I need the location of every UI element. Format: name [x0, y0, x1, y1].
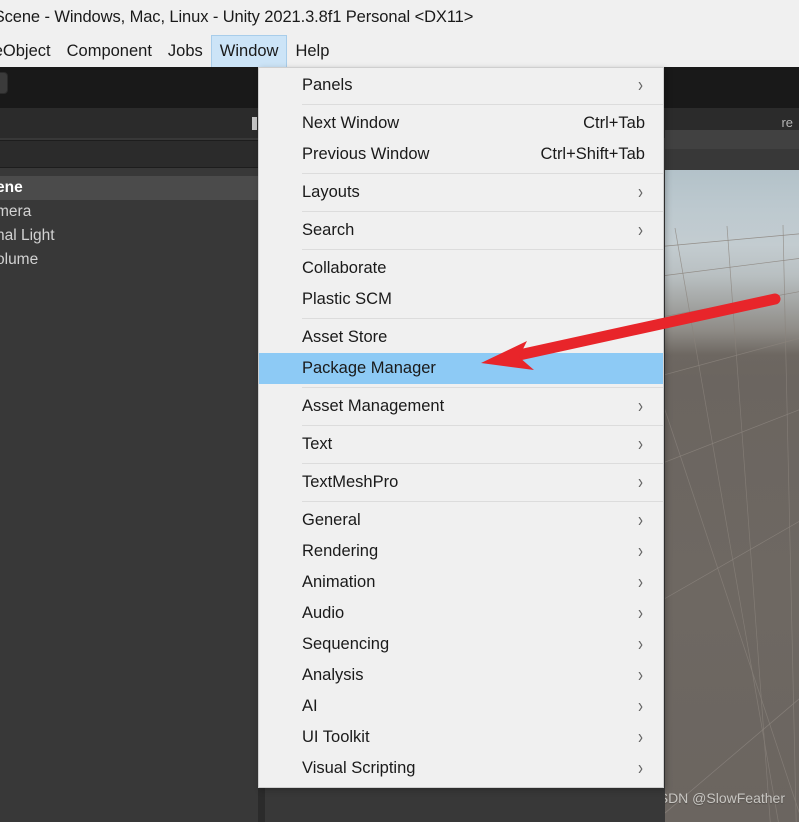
- chevron-right-icon: ›: [638, 540, 643, 563]
- chevron-right-icon: ›: [638, 395, 643, 418]
- menu-item-label: Next Window: [302, 114, 400, 132]
- menu-item-panels[interactable]: Panels ›: [259, 70, 663, 101]
- menu-separator: [302, 387, 663, 388]
- menu-item-asset-management[interactable]: Asset Management ›: [259, 391, 663, 422]
- menu-item-asset-store[interactable]: Asset Store: [259, 322, 663, 353]
- menu-item-animation[interactable]: Animation ›: [259, 567, 663, 598]
- hierarchy-item-label: nal Light: [0, 227, 55, 244]
- chevron-right-icon: ›: [638, 633, 643, 656]
- menu-item-label: Search: [302, 221, 355, 239]
- menu-item-rendering[interactable]: Rendering ›: [259, 536, 663, 567]
- watermark-text: CSDN @SlowFeather: [665, 790, 785, 806]
- menu-separator: [302, 249, 663, 250]
- menu-item-label: Previous Window: [302, 145, 430, 163]
- hierarchy-item[interactable]: ene: [0, 176, 258, 200]
- menu-separator: [302, 173, 663, 174]
- menubar-item-jobs[interactable]: Jobs: [160, 35, 211, 67]
- chevron-right-icon: ›: [638, 726, 643, 749]
- menu-item-layouts[interactable]: Layouts ›: [259, 177, 663, 208]
- menu-item-previous-window[interactable]: Previous Window Ctrl+Shift+Tab: [259, 139, 663, 170]
- scene-grid: [665, 224, 799, 822]
- menu-item-label: TextMeshPro: [302, 473, 399, 491]
- hierarchy-item[interactable]: mera: [0, 200, 258, 224]
- menu-item-text[interactable]: Text ›: [259, 429, 663, 460]
- hierarchy-panel: ene mera nal Light olume: [0, 138, 258, 822]
- title-bar: oleScene - Windows, Mac, Linux - Unity 2…: [0, 0, 799, 35]
- menu-item-general[interactable]: General ›: [259, 505, 663, 536]
- menu-item-analysis[interactable]: Analysis ›: [259, 660, 663, 691]
- menu-item-ui-toolkit[interactable]: UI Toolkit ›: [259, 722, 663, 753]
- scene-toolbar: [665, 67, 799, 108]
- menu-separator: [302, 104, 663, 105]
- menubar-item-window[interactable]: Window: [210, 35, 288, 67]
- menu-item-label: Asset Store: [302, 328, 388, 346]
- menu-bar: meObjectComponentJobsWindowHelp: [0, 35, 799, 67]
- menu-item-shortcut: Ctrl+Tab: [583, 114, 645, 132]
- scene-canvas[interactable]: [665, 170, 799, 822]
- menu-item-label: Panels: [302, 76, 353, 94]
- menu-separator: [302, 425, 663, 426]
- menu-item-label: Collaborate: [302, 259, 387, 277]
- chevron-right-icon: ›: [638, 757, 643, 780]
- menu-separator: [302, 501, 663, 502]
- menu-item-label: Visual Scripting: [302, 759, 416, 777]
- tab-scroll-handle[interactable]: [252, 117, 257, 130]
- menu-item-audio[interactable]: Audio ›: [259, 598, 663, 629]
- hierarchy-item-label: ene: [0, 179, 23, 196]
- menu-item-label: Text: [302, 435, 333, 453]
- menu-item-label: General: [302, 511, 361, 529]
- menu-item-label: Layouts: [302, 183, 360, 201]
- chevron-right-icon: ›: [638, 509, 643, 532]
- menu-item-search[interactable]: Search ›: [259, 215, 663, 246]
- menubar-item-meobject[interactable]: meObject: [0, 35, 59, 67]
- menu-item-package-manager[interactable]: Package Manager: [259, 353, 663, 384]
- menu-item-next-window[interactable]: Next Window Ctrl+Tab: [259, 108, 663, 139]
- menu-item-label: Analysis: [302, 666, 364, 684]
- menubar-item-help[interactable]: Help: [287, 35, 337, 67]
- menu-item-visual-scripting[interactable]: Visual Scripting ›: [259, 753, 663, 784]
- window-menu-dropdown: Panels › Next Window Ctrl+Tab Previous Windo…: [258, 67, 664, 788]
- scene-tab-label[interactable]: re: [781, 115, 793, 130]
- menubar-item-component[interactable]: Component: [59, 35, 160, 67]
- menu-item-label: Rendering: [302, 542, 379, 560]
- scene-tab-strip: re: [665, 108, 799, 130]
- chevron-right-icon: ›: [638, 471, 643, 494]
- chevron-right-icon: ›: [638, 664, 643, 687]
- menu-item-label: Audio: [302, 604, 345, 622]
- menu-item-label: Package Manager: [302, 359, 436, 377]
- unity-editor-window: oleScene - Windows, Mac, Linux - Unity 2…: [0, 0, 799, 822]
- menu-item-label: Animation: [302, 573, 376, 591]
- chevron-right-icon: ›: [638, 74, 643, 97]
- scene-view-panel: re DN @SlowFeather: [665, 67, 799, 822]
- menu-item-shortcut: Ctrl+Shift+Tab: [540, 145, 645, 163]
- chevron-right-icon: ›: [638, 181, 643, 204]
- hierarchy-search-row[interactable]: [0, 140, 258, 168]
- menu-item-label: AI: [302, 697, 318, 715]
- hierarchy-item[interactable]: olume: [0, 248, 258, 272]
- chevron-right-icon: ›: [638, 571, 643, 594]
- menu-separator: [302, 463, 663, 464]
- menu-separator: [302, 211, 663, 212]
- menu-separator: [302, 318, 663, 319]
- menu-item-label: Sequencing: [302, 635, 390, 653]
- menu-item-collaborate[interactable]: Collaborate: [259, 253, 663, 284]
- menu-item-label: Asset Management: [302, 397, 445, 415]
- toolbar-button-partial[interactable]: [0, 72, 8, 94]
- menu-item-textmeshpro[interactable]: TextMeshPro ›: [259, 467, 663, 498]
- chevron-right-icon: ›: [638, 433, 643, 456]
- menu-item-ai[interactable]: AI ›: [259, 691, 663, 722]
- hierarchy-item-label: mera: [0, 203, 32, 220]
- chevron-right-icon: ›: [638, 219, 643, 242]
- chevron-right-icon: ›: [638, 602, 643, 625]
- hierarchy-item[interactable]: nal Light: [0, 224, 258, 248]
- hierarchy-list: ene mera nal Light olume: [0, 176, 258, 272]
- window-title: oleScene - Windows, Mac, Linux - Unity 2…: [0, 8, 474, 26]
- hierarchy-item-label: olume: [0, 251, 39, 268]
- menu-item-sequencing[interactable]: Sequencing ›: [259, 629, 663, 660]
- menu-item-label: UI Toolkit: [302, 728, 370, 746]
- menu-item-plastic-scm[interactable]: Plastic SCM: [259, 284, 663, 315]
- chevron-right-icon: ›: [638, 695, 643, 718]
- menu-item-label: Plastic SCM: [302, 290, 392, 308]
